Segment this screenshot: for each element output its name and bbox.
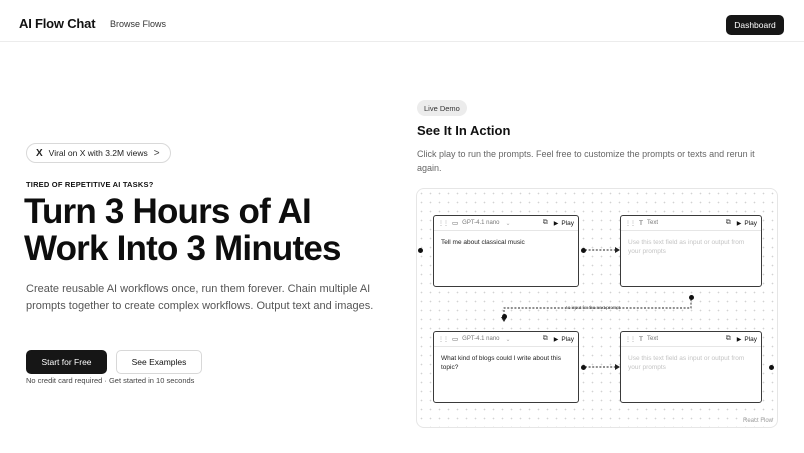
prompt-node-1[interactable]: ⋮⋮ ▭ GPT-4.1 nano ⌄ ⧉ ▶ Play Tell me abou… (433, 215, 579, 287)
react-flow-attribution[interactable]: React Flow (743, 418, 773, 424)
node-toolbar: ⋮⋮ ▭ GPT-4.1 nano ⌄ ⧉ ▶ Play (434, 332, 578, 347)
x-logo-icon: X (36, 147, 43, 159)
node-toolbar: ⋮⋮ ▭ GPT-4.1 nano ⌄ ⧉ ▶ Play (434, 216, 578, 231)
chevron-down-icon: ⌄ (505, 220, 511, 227)
flow-canvas[interactable]: As input for the next prompt ⋮⋮ ▭ GPT-4.… (416, 188, 778, 428)
prompt-text[interactable]: Tell me about classical music (441, 238, 572, 247)
edge-label: As input for the next prompt (565, 305, 621, 310)
node-handle-top-3[interactable] (502, 314, 507, 319)
copy-icon[interactable]: ⧉ (726, 335, 731, 343)
play-button[interactable]: ▶ Play (554, 220, 574, 227)
play-icon: ▶ (736, 220, 742, 227)
play-label: Play (561, 335, 574, 343)
play-label: Play (561, 219, 574, 227)
play-label: Play (744, 219, 757, 227)
demo-title: See It In Action (417, 123, 511, 138)
prompt-text[interactable]: What kind of blogs could I write about t… (441, 354, 572, 372)
text-node-2[interactable]: ⋮⋮ T Text ⧉ ▶ Play Use this text field as… (620, 331, 762, 403)
demo-description: Click play to run the prompts. Feel free… (417, 149, 755, 173)
grip-icon[interactable]: ⋮⋮ (625, 220, 636, 227)
play-button[interactable]: ▶ Play (737, 220, 757, 227)
chat-icon: ▭ (452, 220, 459, 227)
copy-icon[interactable]: ⧉ (543, 219, 548, 227)
text-field[interactable]: Use this text field as input or output f… (628, 354, 755, 372)
live-demo-badge: Live Demo (417, 100, 467, 116)
text-icon: T (639, 335, 643, 343)
hero-headline: Turn 3 Hours of AI Work Into 3 Minutes (24, 193, 394, 267)
play-label: Play (744, 335, 757, 343)
see-examples-button[interactable]: See Examples (116, 350, 202, 374)
node-handle-right-1[interactable] (581, 248, 586, 253)
chevron-down-icon: ⌄ (505, 336, 511, 343)
model-select[interactable]: GPT-4.1 nano (462, 336, 499, 342)
headline-line-2: Work Into 3 Minutes (24, 229, 341, 268)
node-handle-right-3[interactable] (581, 365, 586, 370)
copy-icon[interactable]: ⧉ (543, 335, 548, 343)
play-button[interactable]: ▶ Play (554, 336, 574, 343)
play-button[interactable]: ▶ Play (737, 336, 757, 343)
hero-eyebrow: TIRED OF REPETITIVE AI TASKS? (26, 180, 154, 189)
grip-icon[interactable]: ⋮⋮ (438, 220, 449, 227)
node-type-label: Text (646, 220, 658, 226)
node-type-label: Text (646, 336, 658, 342)
chevron-right-icon: > (153, 147, 160, 159)
grip-icon[interactable]: ⋮⋮ (438, 336, 449, 343)
node-handle-left-1[interactable] (418, 248, 423, 253)
grip-icon[interactable]: ⋮⋮ (625, 336, 636, 343)
node-toolbar: ⋮⋮ T Text ⧉ ▶ Play (621, 332, 761, 347)
chat-icon: ▭ (452, 336, 459, 343)
dashboard-button[interactable]: Dashboard (726, 15, 784, 35)
start-for-free-button[interactable]: Start for Free (26, 350, 107, 374)
signup-note: No credit card required · Get started in… (26, 376, 195, 385)
text-field[interactable]: Use this text field as input or output f… (628, 238, 755, 256)
copy-icon[interactable]: ⧉ (726, 219, 731, 227)
node-handle-right-4[interactable] (769, 365, 774, 370)
text-node-1[interactable]: ⋮⋮ T Text ⧉ ▶ Play Use this text field as… (620, 215, 762, 287)
viral-pill[interactable]: X Viral on X with 3.2M views > (26, 143, 171, 163)
model-select[interactable]: GPT-4.1 nano (462, 220, 499, 226)
viral-pill-text: Viral on X with 3.2M views (48, 148, 148, 158)
text-icon: T (639, 219, 643, 227)
brand-logo[interactable]: AI Flow Chat (19, 16, 96, 31)
node-handle-bottom-2[interactable] (689, 295, 694, 300)
node-toolbar: ⋮⋮ T Text ⧉ ▶ Play (621, 216, 761, 231)
headline-line-1: Turn 3 Hours of AI (24, 192, 312, 231)
play-icon: ▶ (553, 220, 559, 227)
play-icon: ▶ (736, 336, 742, 343)
top-nav: AI Flow Chat Browse Flows Dashboard (0, 0, 804, 42)
nav-browse-flows[interactable]: Browse Flows (110, 19, 166, 29)
prompt-node-2[interactable]: ⋮⋮ ▭ GPT-4.1 nano ⌄ ⧉ ▶ Play What kind of… (433, 331, 579, 403)
hero-subtext: Create reusable AI workflows once, run t… (26, 283, 374, 312)
play-icon: ▶ (553, 336, 559, 343)
